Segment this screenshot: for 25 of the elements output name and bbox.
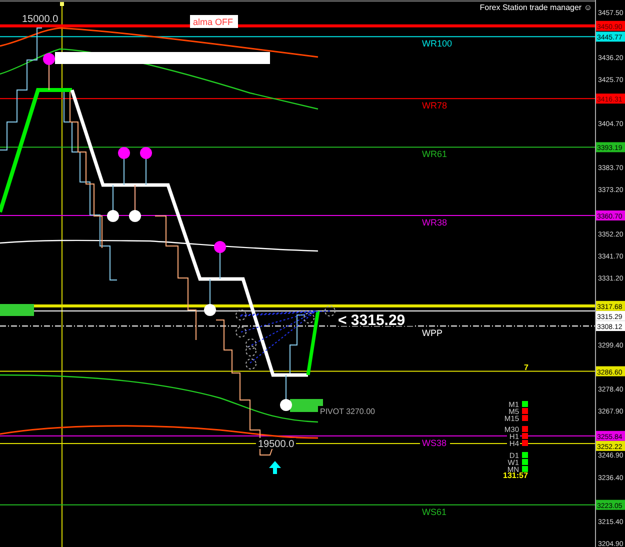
pivot-label: PIVOT 3270.00 [320, 407, 375, 416]
signal-count: 7 [524, 363, 528, 372]
up-arrow-icon [269, 461, 281, 474]
level-label: WR100 [422, 38, 452, 49]
level-label: WPP [422, 328, 443, 338]
signal-marker-icon [43, 53, 55, 90]
level-label: WS38 [422, 438, 447, 448]
signal-marker-icon [214, 241, 226, 280]
high-value-label: 15000.0 [22, 14, 58, 25]
signal-marker-icon [140, 147, 152, 186]
signal-marker-icon [280, 374, 292, 411]
signal-marker-icon [129, 184, 141, 222]
signal-marker-icon [118, 147, 130, 186]
current-price-label: < 3315.29 [338, 312, 406, 329]
signal-marker-icon [204, 278, 216, 316]
signal-bar [0, 304, 34, 316]
level-label: WR61 [422, 149, 448, 160]
level-label: WS61 [422, 506, 447, 517]
level-label: WR38 [422, 217, 448, 228]
low-value-label: 19500.0 [258, 439, 294, 450]
status-badge: alma OFF [190, 15, 238, 28]
header-title: Forex Station trade manager ☺ [480, 3, 592, 12]
countdown-timer: 131:57 [503, 471, 528, 480]
level-label: WR78 [422, 100, 448, 111]
signal-marker-icon [107, 184, 119, 222]
